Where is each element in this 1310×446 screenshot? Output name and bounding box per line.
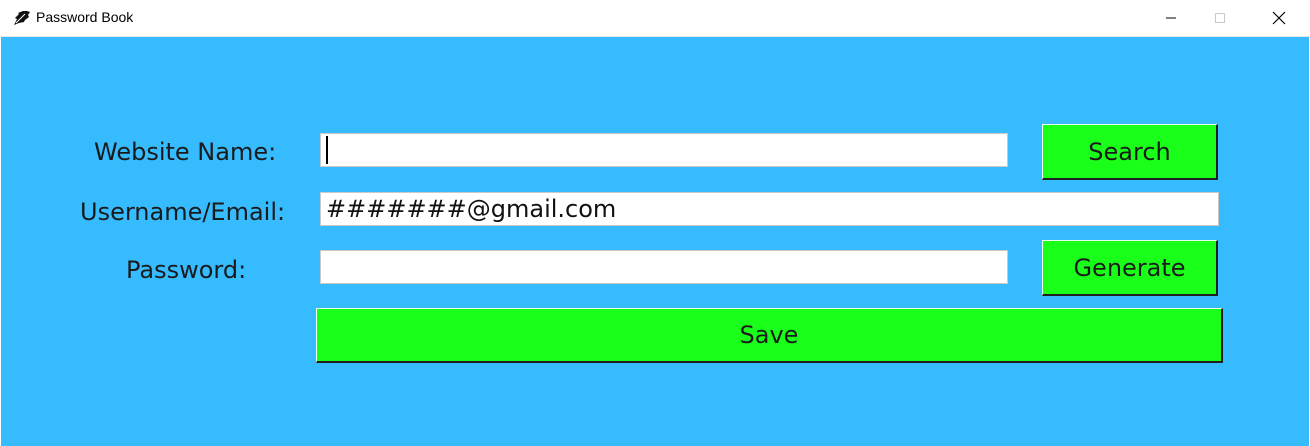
close-icon bbox=[1272, 11, 1286, 25]
minimize-icon bbox=[1166, 17, 1176, 19]
minimize-button[interactable] bbox=[1148, 0, 1194, 36]
password-label: Password: bbox=[126, 256, 247, 284]
save-button[interactable]: Save bbox=[316, 308, 1223, 363]
website-name-input[interactable] bbox=[320, 133, 1008, 167]
close-button[interactable] bbox=[1256, 0, 1302, 36]
feather-quill-icon bbox=[14, 11, 30, 25]
search-button[interactable]: Search bbox=[1042, 124, 1218, 180]
main-panel: Website Name: Search Username/Email: ###… bbox=[1, 37, 1309, 446]
username-email-input[interactable]: #######@gmail.com bbox=[320, 192, 1219, 226]
username-email-value: #######@gmail.com bbox=[326, 195, 617, 223]
window-title: Password Book bbox=[36, 9, 134, 25]
maximize-icon bbox=[1215, 13, 1225, 23]
username-email-label: Username/Email: bbox=[80, 198, 286, 226]
maximize-button[interactable] bbox=[1197, 0, 1243, 36]
text-caret bbox=[326, 135, 328, 164]
generate-button[interactable]: Generate bbox=[1042, 240, 1218, 296]
website-name-label: Website Name: bbox=[94, 138, 277, 166]
password-input[interactable] bbox=[320, 250, 1008, 284]
title-bar: Password Book bbox=[0, 0, 1310, 37]
